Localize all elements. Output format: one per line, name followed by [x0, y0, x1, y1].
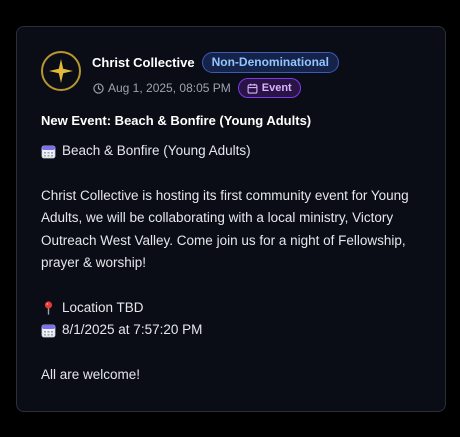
- org-header: Christ Collective Non-Denominational: [92, 52, 339, 73]
- star-logo-icon: [49, 59, 73, 83]
- datetime-line: 8/1/2025 at 7:57:20 PM: [41, 319, 421, 342]
- event-description: Christ Collective is hosting its first c…: [41, 187, 409, 271]
- post-body: Beach & Bonfire (Young Adults) Christ Co…: [41, 140, 421, 386]
- event-name-line: Beach & Bonfire (Young Adults): [41, 140, 421, 163]
- post-type-badge: Event: [237, 78, 301, 98]
- org-name[interactable]: Christ Collective: [92, 55, 195, 70]
- denomination-badge: Non-Denominational: [201, 52, 339, 73]
- location-text: Location TBD: [62, 299, 144, 315]
- org-avatar[interactable]: [41, 51, 81, 91]
- calendar-icon: [247, 83, 258, 94]
- clock-icon: [93, 82, 104, 94]
- event-name-text: Beach & Bonfire (Young Adults): [62, 143, 251, 158]
- calendar-emoji-icon: [41, 144, 56, 159]
- timestamp-text: Aug 1, 2025, 08:05 PM: [108, 81, 231, 95]
- post-meta: Aug 1, 2025, 08:05 PM Event: [93, 78, 301, 98]
- post-title: New Event: Beach & Bonfire (Young Adults…: [41, 113, 312, 128]
- location-line: Location TBD: [41, 297, 421, 320]
- closing-text: All are welcome!: [41, 366, 141, 382]
- pin-emoji-icon: [41, 300, 56, 315]
- calendar-emoji-icon: [41, 323, 56, 338]
- post-timestamp: Aug 1, 2025, 08:05 PM: [93, 81, 231, 95]
- post-card: Christ Collective Non-Denominational Aug…: [16, 26, 446, 412]
- post-type-label: Event: [261, 82, 292, 94]
- datetime-text: 8/1/2025 at 7:57:20 PM: [62, 322, 203, 337]
